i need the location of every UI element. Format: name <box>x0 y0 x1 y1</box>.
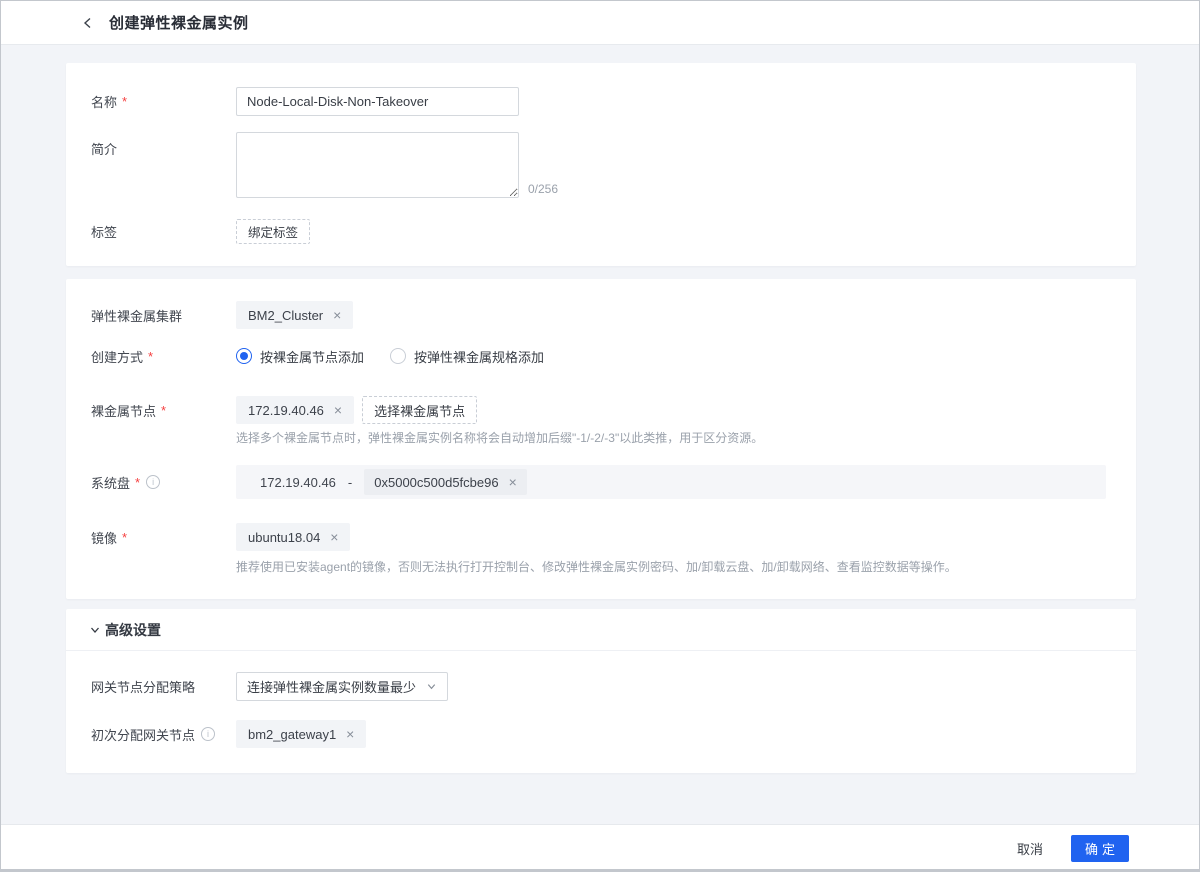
name-label: 名称 * <box>91 92 236 111</box>
info-icon[interactable]: i <box>146 475 160 489</box>
node-label: 裸金属节点 * <box>91 401 236 420</box>
required-asterisk: * <box>122 530 127 545</box>
footer-action-bar: 取消 确定 <box>1 824 1199 871</box>
image-row: 镜像 * ubuntu18.04 × <box>91 523 1111 551</box>
advanced-settings-card: 高级设置 网关节点分配策略 连接弹性裸金属实例数量最少 初次分配网关节点 i <box>66 609 1136 773</box>
page-header: 创建弹性裸金属实例 <box>1 1 1199 45</box>
disk-node-ip: 172.19.40.46 <box>260 475 336 490</box>
name-input[interactable] <box>236 87 519 116</box>
intro-label: 简介 <box>91 132 236 158</box>
required-asterisk: * <box>161 403 166 418</box>
cluster-row: 弹性裸金属集群 BM2_Cluster × <box>91 301 1111 329</box>
info-icon[interactable]: i <box>201 727 215 741</box>
select-node-button[interactable]: 选择裸金属节点 <box>362 396 477 424</box>
bind-tag-button[interactable]: 绑定标签 <box>236 219 310 244</box>
chevron-down-icon <box>89 624 101 636</box>
basic-info-card: 名称 * 简介 0/256 标签 绑定标签 <box>66 63 1136 266</box>
back-button[interactable] <box>81 16 95 30</box>
name-row: 名称 * <box>91 87 1111 116</box>
gateway-policy-row: 网关节点分配策略 连接弹性裸金属实例数量最少 <box>91 672 1111 701</box>
required-asterisk: * <box>135 475 140 490</box>
radio-option-by-node[interactable]: 按裸金属节点添加 <box>236 347 364 366</box>
system-disk-row: 系统盘 * i 172.19.40.46 - 0x5000c500d5fcbe9… <box>91 465 1111 499</box>
char-counter: 0/256 <box>528 182 558 198</box>
create-mode-row: 创建方式 * 按裸金属节点添加 按弹性裸金属规格添加 <box>91 348 1111 364</box>
initial-gateway-label: 初次分配网关节点 i <box>91 725 236 744</box>
node-tag: 172.19.40.46 × <box>236 396 354 424</box>
disk-tag: 0x5000c500d5fcbe96 × <box>364 469 527 495</box>
cluster-tag: BM2_Cluster × <box>236 301 353 329</box>
system-disk-label: 系统盘 * i <box>91 473 236 492</box>
node-hint-text: 选择多个裸金属节点时，弹性裸金属实例名称将会自动增加后缀"-1/-2/-3"以此… <box>236 429 1106 447</box>
confirm-button[interactable]: 确定 <box>1071 835 1129 862</box>
gateway-policy-select[interactable]: 连接弹性裸金属实例数量最少 <box>236 672 448 701</box>
back-chevron-icon <box>81 16 95 30</box>
intro-textarea[interactable] <box>236 132 519 198</box>
initial-gateway-tag: bm2_gateway1 × <box>236 720 366 748</box>
select-chevron-down-icon <box>426 681 437 692</box>
node-row: 裸金属节点 * 172.19.40.46 × 选择裸金属节点 <box>91 396 1111 424</box>
gateway-policy-label: 网关节点分配策略 <box>91 677 236 696</box>
required-asterisk: * <box>122 94 127 109</box>
page-title: 创建弹性裸金属实例 <box>109 12 249 33</box>
image-hint-text: 推荐使用已安装agent的镜像，否则无法执行打开控制台、修改弹性裸金属实例密码、… <box>236 558 1106 576</box>
required-asterisk: * <box>148 349 153 364</box>
remove-disk-tag-icon[interactable]: × <box>509 475 517 489</box>
remove-node-tag-icon[interactable]: × <box>334 403 342 417</box>
cancel-button[interactable]: 取消 <box>1003 833 1057 864</box>
radio-unselected-icon <box>390 348 406 364</box>
system-disk-strip: 172.19.40.46 - 0x5000c500d5fcbe96 × <box>236 465 1106 499</box>
initial-gateway-row: 初次分配网关节点 i bm2_gateway1 × <box>91 720 1111 748</box>
remove-gateway-tag-icon[interactable]: × <box>346 727 354 741</box>
radio-option-by-spec[interactable]: 按弹性裸金属规格添加 <box>390 347 544 366</box>
radio-selected-icon <box>236 348 252 364</box>
advanced-settings-toggle[interactable]: 高级设置 <box>66 609 1136 651</box>
image-label: 镜像 * <box>91 528 236 547</box>
intro-row: 简介 0/256 <box>91 132 1111 198</box>
advanced-settings-title: 高级设置 <box>105 620 161 640</box>
gateway-policy-value: 连接弹性裸金属实例数量最少 <box>247 677 416 696</box>
image-tag: ubuntu18.04 × <box>236 523 350 551</box>
create-mode-label: 创建方式 * <box>91 347 236 366</box>
disk-separator: - <box>348 475 352 490</box>
cluster-label: 弹性裸金属集群 <box>91 306 236 325</box>
create-bare-metal-instance-page: 创建弹性裸金属实例 名称 * 简介 0/256 标签 <box>0 0 1200 872</box>
config-card: 弹性裸金属集群 BM2_Cluster × 创建方式 * 按裸金属节点添加 <box>66 279 1136 599</box>
remove-image-tag-icon[interactable]: × <box>330 530 338 544</box>
remove-cluster-tag-icon[interactable]: × <box>333 308 341 322</box>
tags-row: 标签 绑定标签 <box>91 219 1111 244</box>
tags-label: 标签 <box>91 222 236 241</box>
